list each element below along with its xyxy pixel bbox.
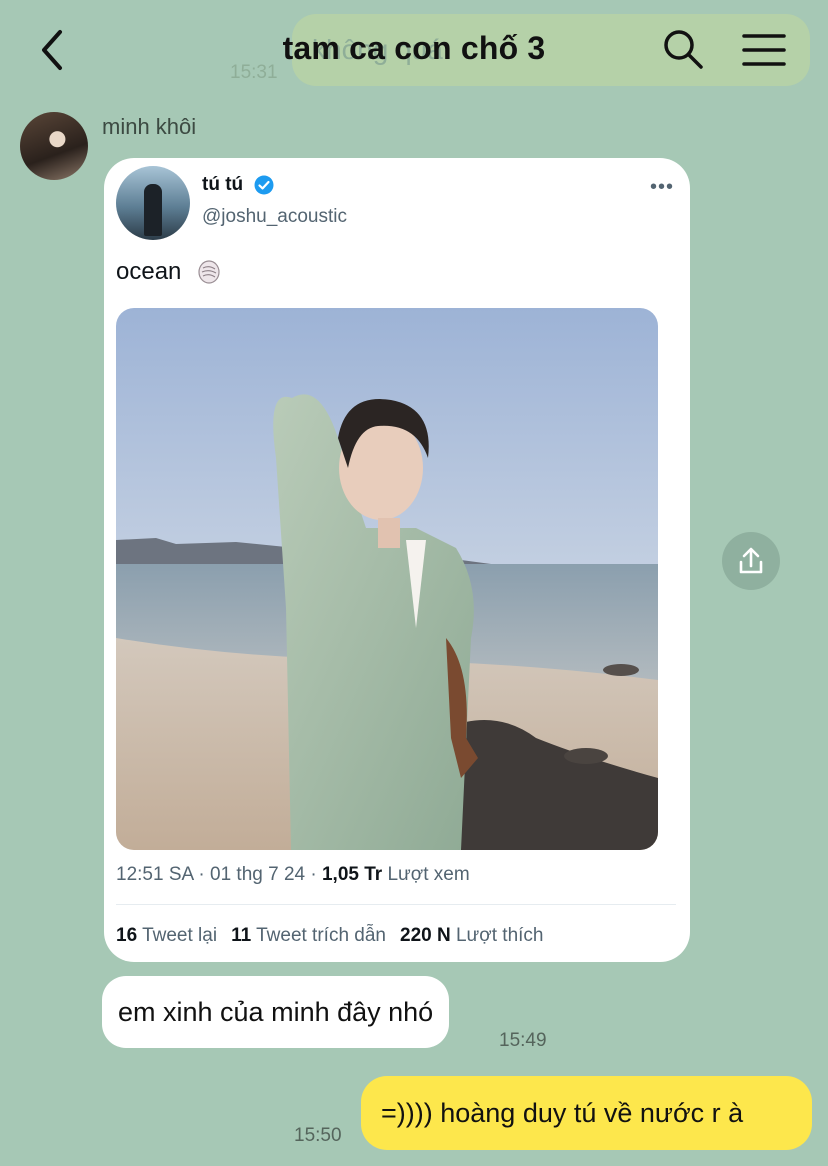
tweet-views-count: 1,05 Tr — [321, 864, 383, 885]
sender-name: minh khôi — [102, 114, 197, 139]
likes-label[interactable]: Lượt thích — [451, 925, 544, 946]
tweet-views-label: Lượt xem — [382, 864, 470, 885]
tweet-timestamp: 12:51 SA · 01 thg 7 24 · — [116, 864, 322, 885]
tweet-more-options-icon[interactable]: ••• — [650, 176, 674, 199]
share-button[interactable] — [722, 532, 780, 590]
verified-icon — [254, 175, 274, 195]
retweets-label[interactable]: Tweet lại — [137, 925, 217, 946]
chat-header: không quá 15:31 tam ca con chố 3 — [0, 0, 828, 100]
incoming-message-time: 15:49 — [499, 1030, 547, 1051]
share-icon — [739, 547, 763, 574]
tweet-author-handle: @joshu_acoustic — [202, 206, 347, 227]
tweet-photo[interactable] — [116, 308, 658, 850]
search-button[interactable] — [662, 28, 704, 70]
outgoing-message-bubble[interactable]: =)))) hoàng duy tú về nước r à — [361, 1076, 812, 1150]
search-icon — [664, 30, 703, 69]
menu-button[interactable] — [742, 32, 786, 68]
outgoing-message-time: 15:50 — [294, 1125, 342, 1146]
tweet-author-avatar[interactable] — [116, 166, 190, 240]
tweet-divider — [116, 904, 676, 905]
tweet-author-name: tú tú — [202, 174, 244, 195]
tweet-meta: 12:51 SA · 01 thg 7 24 · 1,05 Tr Lượt xe… — [116, 864, 470, 886]
likes-count: 220 N — [400, 925, 451, 946]
retweets-count: 16 — [116, 925, 138, 946]
quotes-label[interactable]: Tweet trích dẫn — [251, 925, 386, 946]
quotes-count: 11 — [231, 925, 252, 946]
incoming-message-bubble[interactable]: em xinh của minh đây nhó — [102, 976, 450, 1048]
tweet-text: ocean — [116, 258, 182, 285]
shared-tweet-card[interactable]: tú tú @joshu_acoustic ••• ocean 12:51 SA… — [104, 158, 690, 962]
menu-icon — [742, 34, 786, 66]
sender-avatar[interactable] — [20, 112, 88, 180]
shell-emoji-icon — [198, 260, 220, 284]
tweet-stats: 16 Tweet lại 11 Tweet trích dẫn 220 N Lượt… — [116, 925, 543, 947]
